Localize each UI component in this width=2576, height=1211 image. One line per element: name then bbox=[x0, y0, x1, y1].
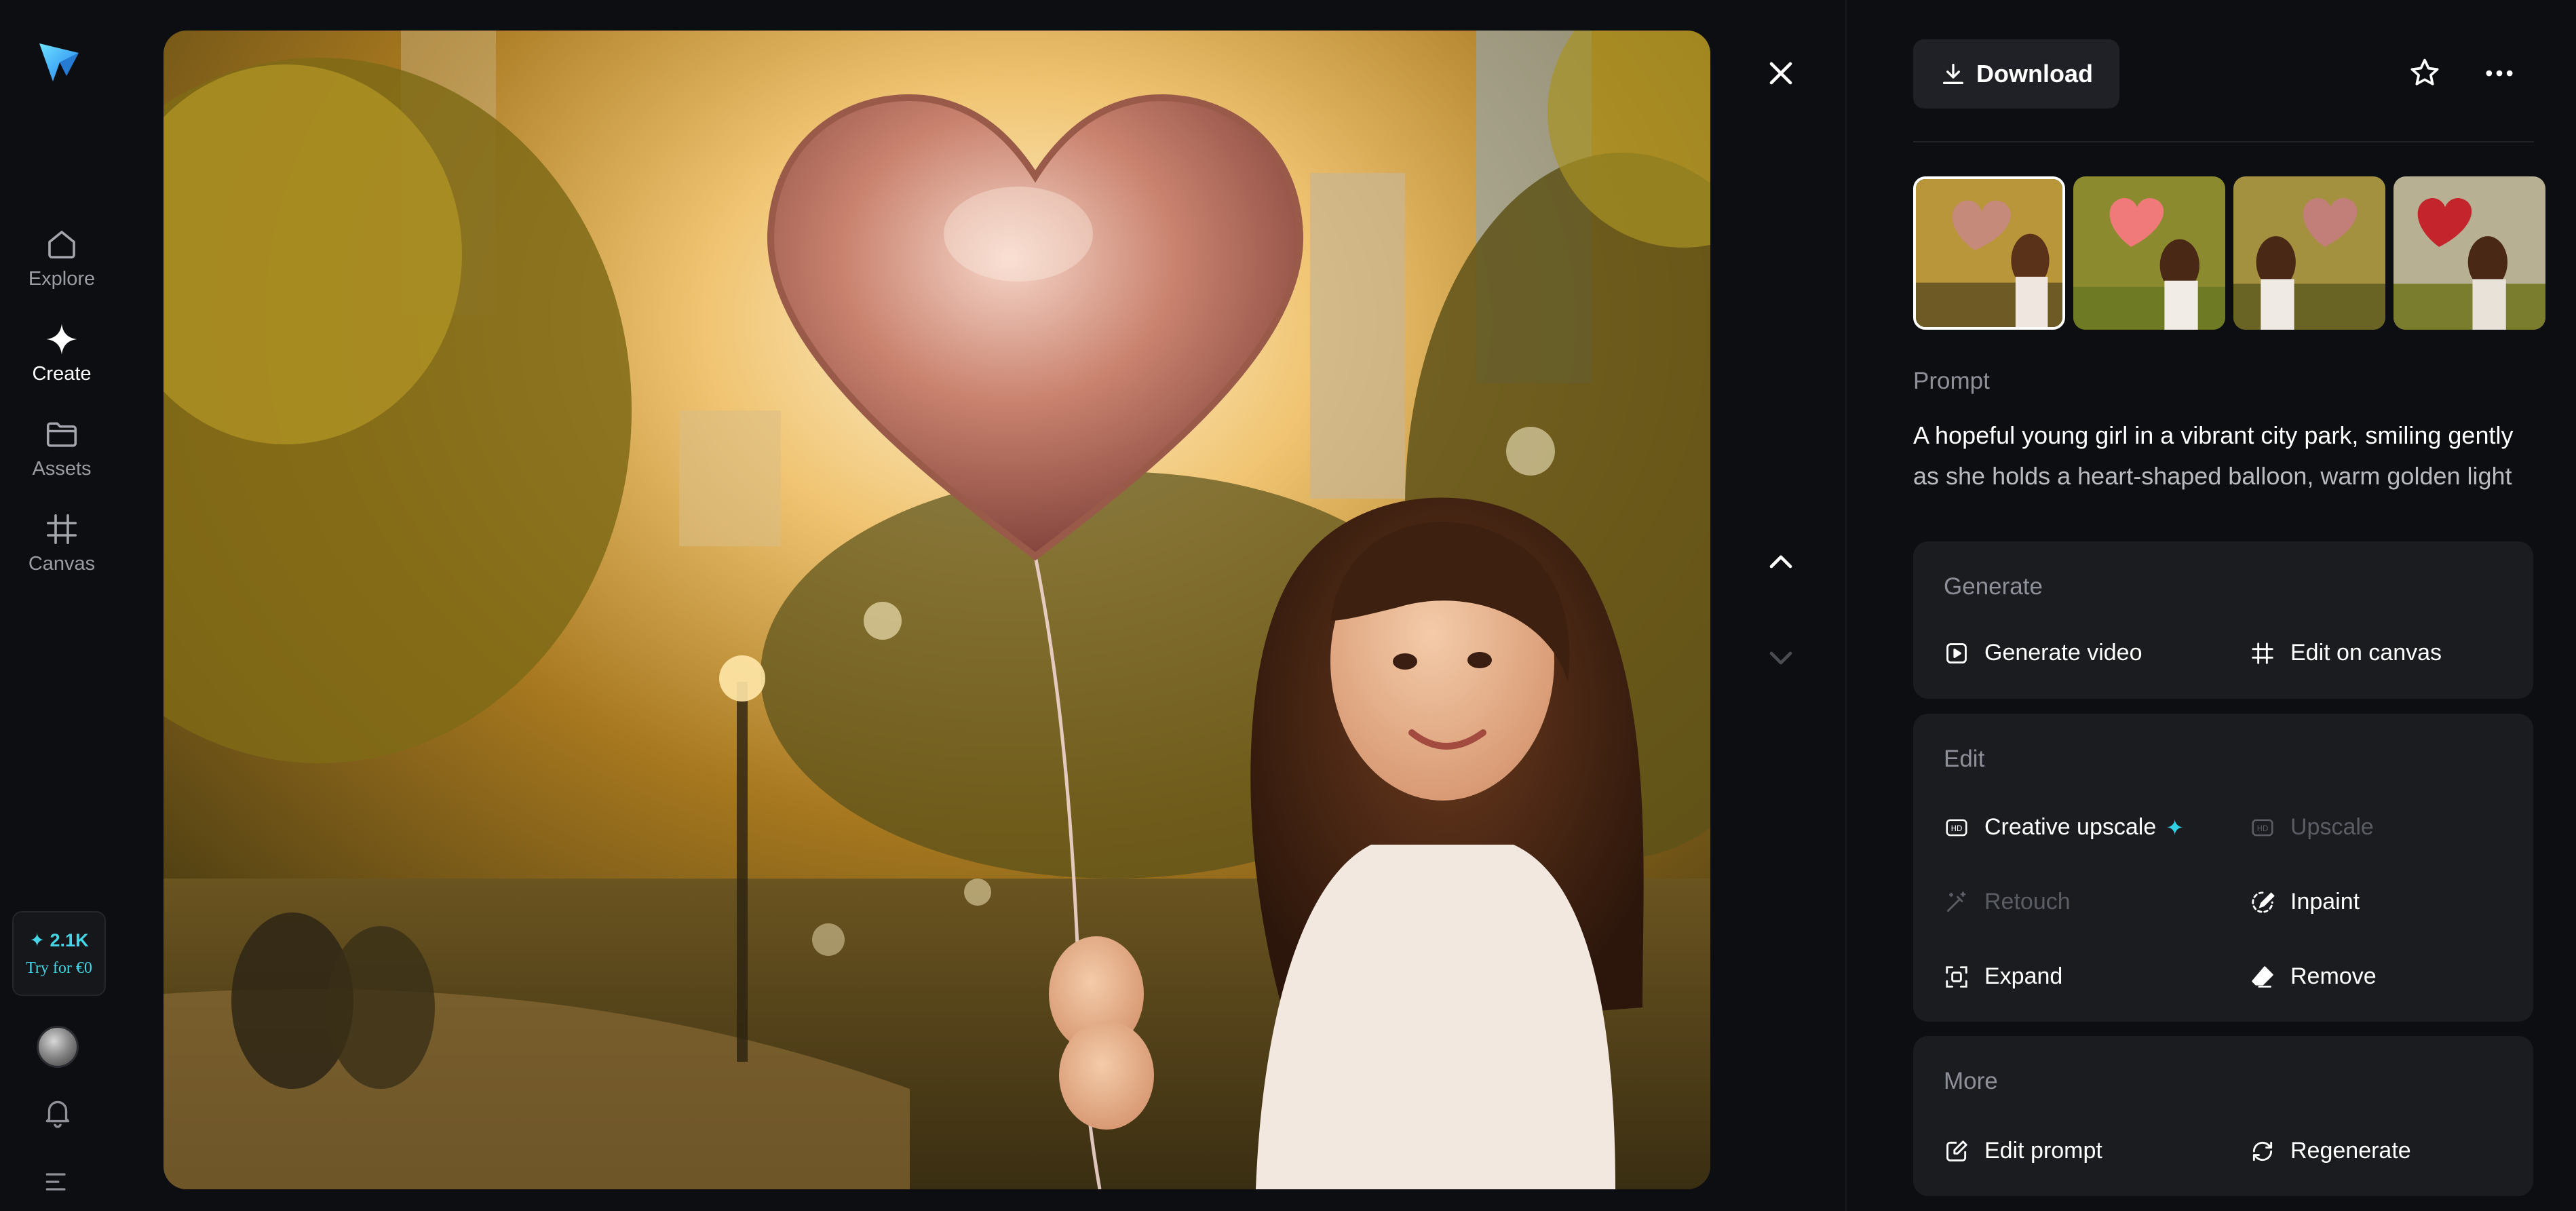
nav-rail: Explore Create Assets Canvas ✦ 2.1K Try … bbox=[0, 0, 123, 1211]
prompt-line-2: as she holds a heart-shaped balloon, war… bbox=[1913, 462, 2512, 490]
nav-create[interactable]: Create bbox=[0, 315, 123, 390]
chevron-up-icon bbox=[1769, 555, 1792, 569]
nav-canvas[interactable]: Canvas bbox=[0, 505, 123, 580]
edit-card: Edit HD Creative upscale ✦ HD Upscale Re… bbox=[1913, 714, 2533, 1022]
credits-trial-link: Try for €0 bbox=[26, 959, 92, 977]
creative-upscale-label: Creative upscale bbox=[1984, 814, 2157, 840]
previous-image-button[interactable] bbox=[1754, 535, 1808, 589]
more-card: More Edit prompt Regenerate bbox=[1913, 1036, 2533, 1196]
generate-card: Generate Generate video Edit on canvas bbox=[1913, 541, 2533, 699]
regenerate-label: Regenerate bbox=[2290, 1138, 2411, 1164]
remove-label: Remove bbox=[2290, 963, 2377, 989]
inpaint-brush-icon bbox=[2252, 891, 2275, 913]
remove-button[interactable]: Remove bbox=[2250, 963, 2377, 990]
prompt-line-1: A hopeful young girl in a vibrant city p… bbox=[1913, 421, 2514, 449]
play-video-icon bbox=[1946, 642, 1967, 664]
avatar[interactable] bbox=[37, 1026, 79, 1068]
edit-title: Edit bbox=[1944, 746, 1985, 772]
thumbnail-2-image bbox=[2073, 176, 2225, 330]
bell-icon[interactable] bbox=[41, 1095, 75, 1129]
inpaint-label: Inpaint bbox=[2290, 889, 2360, 915]
sparkle-badge-icon: ✦ bbox=[2166, 815, 2185, 840]
refresh-icon bbox=[2252, 1141, 2273, 1161]
edit-prompt-button[interactable]: Edit prompt bbox=[1944, 1138, 2102, 1164]
svg-text:HD: HD bbox=[1951, 824, 1963, 832]
app-logo-icon[interactable] bbox=[35, 38, 83, 85]
upscale-label: Upscale bbox=[2290, 814, 2374, 840]
hd-upscale-icon: HD bbox=[1946, 819, 1967, 836]
close-button[interactable] bbox=[1754, 46, 1808, 100]
prompt-text: A hopeful young girl in a vibrant city p… bbox=[1913, 415, 2537, 497]
generated-image[interactable] bbox=[164, 31, 1710, 1189]
variation-thumbnails bbox=[1913, 176, 2548, 330]
expand-icon bbox=[1946, 965, 1967, 988]
credits-badge[interactable]: ✦ 2.1K Try for €0 bbox=[12, 911, 106, 996]
chevron-down-icon bbox=[1769, 651, 1792, 665]
more-options-button[interactable] bbox=[2472, 46, 2526, 100]
edit-on-canvas-label: Edit on canvas bbox=[2290, 640, 2442, 666]
thumbnail-1[interactable] bbox=[1913, 176, 2065, 330]
generate-title: Generate bbox=[1944, 573, 2043, 600]
home-icon bbox=[48, 230, 75, 258]
app-root: Explore Create Assets Canvas ✦ 2.1K Try … bbox=[0, 0, 2576, 1211]
collapse-menu-icon[interactable] bbox=[42, 1167, 72, 1197]
nav-assets-label: Assets bbox=[32, 457, 92, 480]
canvas-icon bbox=[46, 514, 77, 544]
thumbnail-4[interactable] bbox=[2394, 176, 2545, 330]
close-icon bbox=[1769, 62, 1792, 85]
header-divider bbox=[1913, 141, 2534, 142]
nav-explore[interactable]: Explore bbox=[0, 220, 123, 295]
edit-prompt-label: Edit prompt bbox=[1984, 1138, 2102, 1164]
more-title: More bbox=[1944, 1068, 1998, 1094]
thumbnail-1-image bbox=[1916, 179, 2062, 327]
edit-prompt-icon bbox=[1946, 1140, 1967, 1161]
nav-create-label: Create bbox=[32, 362, 92, 385]
sparkle-icon bbox=[46, 324, 77, 354]
expand-label: Expand bbox=[1984, 963, 2063, 989]
thumbnail-4-image bbox=[2394, 176, 2545, 330]
details-panel: Download Prompt A hopeful young girl in … bbox=[1913, 0, 2545, 1211]
thumbnail-2[interactable] bbox=[2073, 176, 2225, 330]
eraser-icon bbox=[2252, 965, 2273, 988]
download-icon bbox=[1943, 64, 1963, 85]
prompt-label: Prompt bbox=[1913, 368, 1990, 394]
nav-assets[interactable]: Assets bbox=[0, 410, 123, 485]
retouch-label: Retouch bbox=[1984, 889, 2071, 915]
panel-divider bbox=[1845, 0, 1847, 1211]
download-button[interactable]: Download bbox=[1913, 39, 2119, 109]
regenerate-button[interactable]: Regenerate bbox=[2250, 1138, 2411, 1164]
svg-text:HD: HD bbox=[2257, 824, 2269, 832]
canvas-icon bbox=[2252, 642, 2273, 664]
expand-button[interactable]: Expand bbox=[1944, 963, 2062, 990]
favorite-button[interactable] bbox=[2398, 46, 2452, 100]
more-dots-icon bbox=[2486, 70, 2513, 77]
thumbnail-3[interactable] bbox=[2233, 176, 2385, 330]
folder-icon bbox=[46, 421, 77, 447]
generate-video-button[interactable]: Generate video bbox=[1944, 640, 2142, 666]
next-image-button[interactable] bbox=[1754, 631, 1808, 685]
nav-canvas-label: Canvas bbox=[28, 552, 96, 575]
nav-explore-label: Explore bbox=[28, 267, 96, 290]
creative-upscale-button[interactable]: HD Creative upscale ✦ bbox=[1944, 814, 2184, 841]
edit-on-canvas-button[interactable]: Edit on canvas bbox=[2250, 640, 2442, 666]
generate-video-label: Generate video bbox=[1984, 640, 2142, 666]
upscale-button[interactable]: HD Upscale bbox=[2250, 814, 2374, 841]
star-icon bbox=[2410, 58, 2439, 85]
retouch-wand-icon bbox=[1946, 891, 1966, 912]
download-label: Download bbox=[1976, 60, 2093, 88]
generated-image-art bbox=[164, 31, 1710, 1189]
thumbnail-3-image bbox=[2233, 176, 2385, 330]
hd-icon: HD bbox=[2252, 819, 2273, 836]
inpaint-button[interactable]: Inpaint bbox=[2250, 889, 2360, 915]
retouch-button[interactable]: Retouch bbox=[1944, 889, 2071, 915]
credits-amount: ✦ 2.1K bbox=[29, 929, 89, 950]
